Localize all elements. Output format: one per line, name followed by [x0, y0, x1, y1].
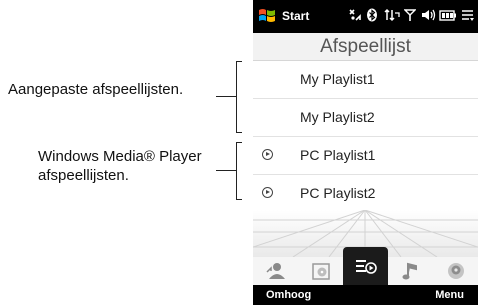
- callout-custom-playlists: Aangepaste afspeellijsten.: [8, 81, 184, 98]
- tab-playlists[interactable]: [343, 247, 388, 285]
- list-item-label: My Playlist2: [300, 109, 375, 125]
- bracket-custom: [236, 61, 242, 133]
- phone-screen: Start Afspeellijst My Playlist1 My Playl…: [253, 0, 478, 305]
- bluetooth-icon: [366, 8, 378, 25]
- battery-icon: [439, 8, 457, 25]
- artists-icon: [266, 263, 285, 279]
- genres-icon: [448, 263, 464, 279]
- leader-line-custom: [216, 96, 236, 97]
- songs-icon: [402, 262, 417, 280]
- callout-wmp-line1: Windows Media® Player: [38, 148, 202, 165]
- list-item-label: PC Playlist2: [300, 185, 376, 201]
- tab-bar: [253, 247, 478, 285]
- tab-genres[interactable]: [433, 257, 478, 285]
- list-item[interactable]: PC Playlist2: [253, 175, 478, 213]
- leader-line-wmp: [216, 170, 236, 171]
- play-icon: [262, 187, 273, 198]
- list-item-label: My Playlist1: [300, 71, 375, 87]
- network-icon: [348, 8, 362, 25]
- tab-artists[interactable]: [253, 257, 298, 285]
- bracket-wmp: [236, 142, 242, 200]
- signal-icon: [403, 8, 417, 25]
- volume-icon: [421, 8, 437, 25]
- tab-songs[interactable]: [388, 257, 433, 285]
- list-item[interactable]: My Playlist2: [253, 99, 478, 137]
- tab-albums[interactable]: [298, 257, 343, 285]
- softkey-menu[interactable]: Menu: [435, 289, 464, 301]
- albums-icon: [312, 263, 330, 280]
- windows-logo-icon[interactable]: [258, 7, 276, 25]
- softkey-omhoog[interactable]: Omhoog: [266, 289, 311, 301]
- list-item[interactable]: PC Playlist1: [253, 137, 478, 175]
- callout-wmp-playlists: Windows Media® Player afspeellijsten.: [38, 147, 202, 185]
- start-label[interactable]: Start: [282, 9, 309, 23]
- page-title: Afspeellijst: [253, 33, 478, 61]
- softkey-bar: Omhoog Menu: [253, 285, 478, 305]
- list-item[interactable]: My Playlist1: [253, 61, 478, 99]
- status-bar: Start: [253, 0, 478, 33]
- data-connection-icon: [384, 8, 400, 25]
- callout-wmp-line2: afspeellijsten.: [38, 167, 129, 184]
- play-icon: [262, 149, 273, 160]
- list-item-label: PC Playlist1: [300, 147, 376, 163]
- menu-icon[interactable]: [461, 8, 475, 25]
- playlists-icon: [356, 260, 377, 274]
